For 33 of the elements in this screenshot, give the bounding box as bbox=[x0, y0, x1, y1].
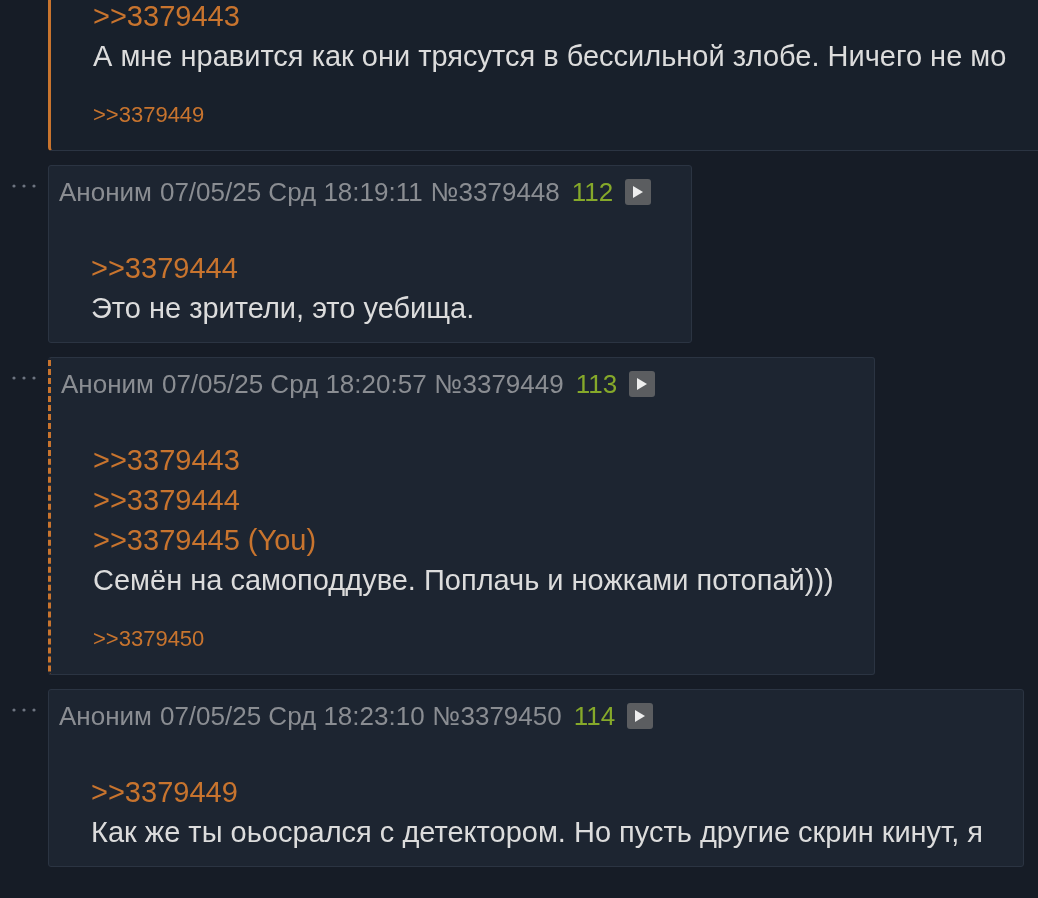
reply-link[interactable]: >>3379445 (You) bbox=[93, 520, 834, 560]
reply-link[interactable]: >>3379443 bbox=[93, 440, 834, 480]
backlink[interactable]: >>3379449 bbox=[93, 102, 205, 127]
post-count: 112 bbox=[571, 176, 614, 208]
more-icon[interactable] bbox=[11, 707, 37, 713]
post-text: Это не зрители, это уебища. bbox=[91, 291, 476, 326]
post-text: Как же ты оьосрался с детектором. Но пусть другие скрин кинут, я bbox=[91, 815, 983, 850]
poster-name: Аноним bbox=[61, 368, 154, 400]
reply-link[interactable]: >>3379444 bbox=[93, 480, 834, 520]
expand-button[interactable] bbox=[625, 179, 652, 205]
reply-link[interactable]: >>3379444 bbox=[91, 248, 652, 288]
reply-link[interactable]: >>3379449 bbox=[91, 772, 983, 812]
poster-name: Аноним bbox=[59, 700, 152, 732]
post-date: 07/05/25 Срд 18:20:57 bbox=[161, 368, 427, 400]
post-number[interactable]: №3379449 bbox=[434, 368, 564, 400]
post-date: 07/05/25 Срд 18:19:11 bbox=[159, 176, 423, 208]
poster-name: Аноним bbox=[59, 176, 152, 208]
expand-button[interactable] bbox=[629, 371, 656, 397]
post-text: Семён на самоподдуве. Поплачь и ножками потопай))) bbox=[93, 563, 834, 598]
more-icon[interactable] bbox=[11, 375, 37, 381]
post-number[interactable]: №3379448 bbox=[430, 176, 560, 208]
post-date: 07/05/25 Срд 18:23:10 bbox=[159, 700, 425, 732]
reply-link[interactable]: >>3379443 bbox=[93, 0, 1038, 36]
post-number[interactable]: №3379450 bbox=[432, 700, 562, 732]
post-count: 113 bbox=[575, 368, 618, 400]
backlink[interactable]: >>3379450 bbox=[93, 626, 205, 651]
post-text: А мне нравится как они трясутся в бессильной злобе. Ничего не мо bbox=[93, 39, 1008, 74]
play-icon bbox=[634, 709, 647, 723]
play-icon bbox=[632, 185, 645, 199]
play-icon bbox=[636, 377, 649, 391]
post-count: 114 bbox=[573, 700, 616, 732]
expand-button[interactable] bbox=[627, 703, 654, 729]
more-icon[interactable] bbox=[11, 183, 37, 189]
